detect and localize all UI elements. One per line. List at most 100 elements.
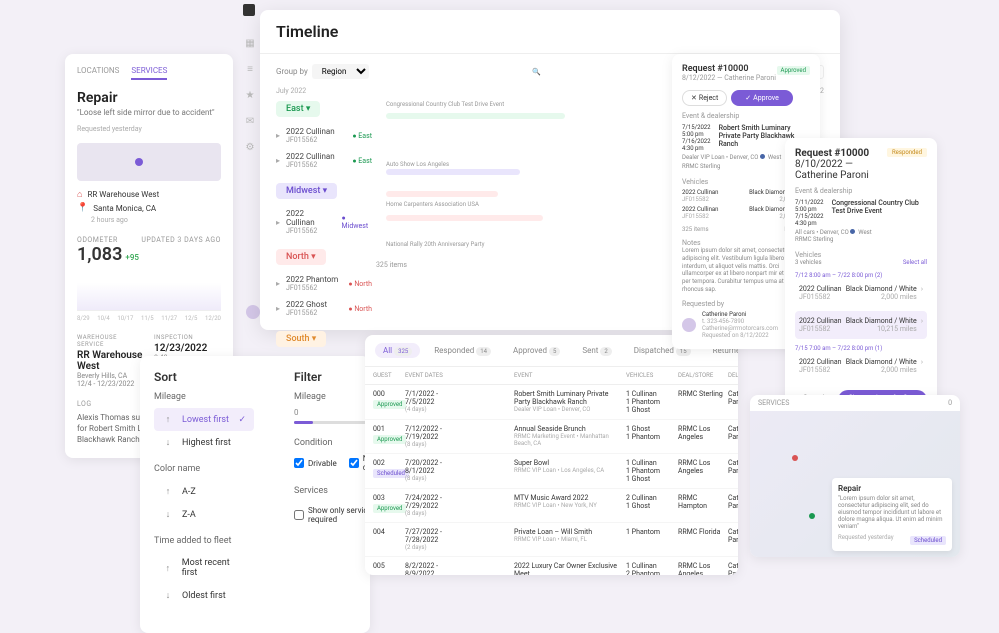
gantt-bar[interactable] — [386, 169, 520, 175]
sort-color-label: Color name — [154, 464, 254, 474]
nav-list-icon[interactable]: ≡ — [243, 62, 257, 76]
sort-filter-panel: Sort Mileage ↑Lowest first✓ ↓Highest fir… — [140, 356, 370, 633]
avatar[interactable] — [246, 305, 260, 319]
location-row[interactable]: ⌂RR Warehouse West — [77, 189, 221, 200]
reqcard2-title: Request #10000 — [795, 148, 887, 159]
tab-locations[interactable]: LOCATIONS — [77, 66, 119, 80]
map-widget: SERVICES0 Repair "Lorem ipsum dolor sit … — [750, 395, 960, 557]
odo-value: 1,083 — [77, 244, 122, 265]
log-label: LOG — [77, 400, 92, 408]
map-pin-icon[interactable] — [792, 455, 798, 461]
gantt-bar[interactable] — [386, 113, 565, 119]
month-left: July 2022 — [276, 87, 306, 95]
avatar — [682, 318, 696, 332]
timeline-title: Timeline — [276, 22, 824, 41]
vehicle-option[interactable]: 2022 CullinanJF015582Black Diamond / Whi… — [795, 279, 927, 307]
sort-mileage-highest[interactable]: ↓Highest first — [154, 431, 254, 454]
odo-delta: +95 — [125, 253, 139, 262]
request-card-expanded: Request #100008/10/2022 — Catherine Paro… — [785, 138, 937, 424]
table-row[interactable]: 000Approved 7/1/2022 - 7/5/2022(4 days) … — [365, 385, 738, 420]
sort-time-recent[interactable]: ↑Most recent first — [154, 552, 254, 584]
table-row[interactable]: 003Approved 7/24/2022 - 7/29/2022(8 days… — [365, 489, 738, 523]
gantt-bar[interactable] — [386, 191, 498, 197]
map-pin-icon — [135, 158, 143, 166]
icon-nav: ▦ ≡ ★ ✉ ⚙ — [243, 36, 257, 154]
vehicle-row[interactable]: ▸2022 CullinanJF015562● East — [276, 123, 376, 148]
footer-items: 325 items — [376, 261, 407, 269]
repair-title: Repair — [77, 90, 221, 106]
mini-map[interactable] — [77, 143, 221, 181]
tab-responded[interactable]: Responded14 — [426, 343, 499, 358]
repair-meta: Requested yesterday — [77, 125, 221, 133]
gantt-bar[interactable] — [386, 215, 543, 221]
sort-mileage-label: Mileage — [154, 392, 254, 402]
table-row[interactable]: 002Scheduled 7/20/2022 - 8/1/2022(8 days… — [365, 454, 738, 489]
arrow-up-icon: ↑ — [162, 563, 174, 574]
map-tab[interactable]: SERVICES — [758, 399, 789, 407]
inspection-label: INSPECTION — [154, 334, 221, 341]
region-midwest[interactable]: Midwest ▾ — [276, 183, 337, 199]
location-sub: 2 hours ago — [77, 216, 221, 224]
odo-label: ODOMETER — [77, 236, 118, 244]
group-by-label: Group by — [276, 67, 308, 76]
sort-color-az[interactable]: ↑A-Z — [154, 480, 254, 503]
approve-button[interactable]: ✓ Approve — [731, 90, 793, 106]
odometer-chart — [77, 271, 221, 311]
gantt-event: Home Carpenters Association USA — [386, 201, 479, 208]
vehicle-row[interactable]: ▸2022 CullinanJF015562● East — [276, 148, 376, 173]
status-badge: Responded — [887, 148, 927, 157]
region-tag: ● East — [348, 156, 376, 166]
warehouse-label: WAREHOUSE SERVICE — [77, 334, 144, 348]
arrow-up-icon: ↑ — [162, 486, 174, 497]
tab-services[interactable]: SERVICES — [131, 66, 167, 80]
region-north[interactable]: North ▾ — [276, 249, 326, 265]
region-east[interactable]: East ▾ — [276, 101, 320, 117]
garage-icon: ⌂ — [77, 189, 82, 200]
nav-gear-icon[interactable]: ⚙ — [243, 140, 257, 154]
table-row[interactable]: 001Approved 7/12/2022 - 7/19/2022(8 days… — [365, 420, 738, 454]
select-all[interactable]: Select all — [903, 259, 927, 266]
tab-sent[interactable]: Sent2 — [574, 343, 619, 358]
region-tag: ● North — [344, 279, 376, 289]
chevron-right-icon: › — [921, 358, 923, 374]
warehouse-name: RR Warehouse West — [77, 350, 144, 372]
sort-mileage-lowest[interactable]: ↑Lowest first✓ — [154, 408, 254, 431]
sort-title: Sort — [154, 370, 254, 384]
arrow-down-icon: ↓ — [162, 590, 174, 601]
sort-time-oldest[interactable]: ↓Oldest first — [154, 584, 254, 607]
gantt-event: Congressional Country Club Test Drive Ev… — [386, 101, 504, 108]
drivable-checkbox[interactable]: Drivable — [294, 454, 337, 472]
status-badge: Approved — [777, 66, 810, 75]
sort-time-label: Time added to fleet — [154, 536, 254, 546]
nav-grid-icon[interactable]: ▦ — [243, 36, 257, 50]
arrow-down-icon: ↓ — [162, 437, 174, 448]
repair-callout: Repair "Lorem ipsum dolor sit amet, cons… — [832, 478, 952, 551]
vehicle-option[interactable]: 2022 CullinanJF015582Black Diamond / Whi… — [795, 311, 927, 339]
brand-logo — [243, 4, 255, 16]
nav-star-icon[interactable]: ★ — [243, 88, 257, 102]
reqcard-title: Request #10000 — [682, 64, 776, 74]
gantt-event: National Rally 20th Anniversary Party — [386, 241, 484, 248]
chevron-right-icon: › — [921, 317, 923, 333]
vehicle-option[interactable]: 2022 CullinanJF015582Black Diamond / Whi… — [795, 352, 927, 380]
group-by-select[interactable]: Region — [312, 64, 369, 79]
table-row[interactable]: 005 8/2/2022 - 8/9/2022(8 days) 2022 Lux… — [365, 557, 738, 575]
pin-icon: 📍 — [77, 203, 88, 213]
nav-mail-icon[interactable]: ✉ — [243, 114, 257, 128]
location-row[interactable]: 📍Santa Monica, CA — [77, 203, 221, 213]
tab-all[interactable]: All325 — [375, 343, 420, 358]
vehicle-row[interactable]: ▸2022 CullinanJF015562● Midwest — [276, 205, 376, 239]
region-tag: ● East — [348, 131, 376, 141]
arrow-up-icon: ↑ — [162, 414, 174, 425]
vehicle-row[interactable]: ▸2022 PhantomJF015562● North — [276, 271, 376, 296]
search-icon: 🔍 — [532, 68, 541, 76]
region-south[interactable]: South ▾ — [276, 331, 326, 347]
region-tag: ● North — [344, 304, 376, 314]
reject-button[interactable]: ✕ Reject — [682, 90, 727, 106]
table-row[interactable]: 004 7/27/2022 - 7/28/2022(2 days) Privat… — [365, 523, 738, 557]
vehicle-row[interactable]: ▸2022 GhostJF015562● North — [276, 296, 376, 321]
map-pin-icon[interactable] — [809, 513, 815, 519]
sort-color-za[interactable]: ↓Z-A — [154, 503, 254, 526]
tab-approved[interactable]: Approved5 — [505, 343, 568, 358]
table-header: GUEST EVENT DATES EVENT VEHICLES DEAL/ST… — [365, 367, 738, 385]
